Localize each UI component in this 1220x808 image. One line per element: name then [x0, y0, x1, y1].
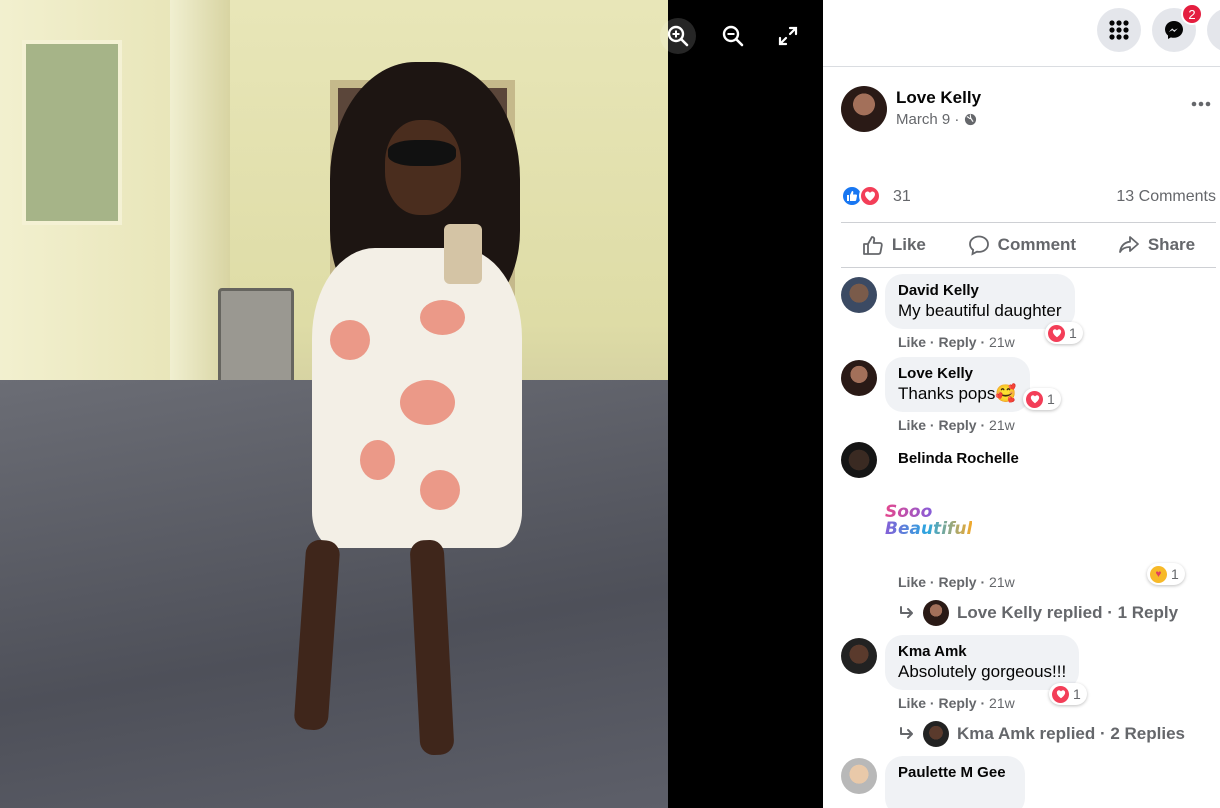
- commenter-name[interactable]: Belinda Rochelle: [898, 450, 1019, 467]
- comment-text: My beautiful daughter: [898, 301, 1062, 320]
- comment-reply-link[interactable]: Reply: [938, 334, 976, 350]
- post-photo[interactable]: [0, 0, 668, 808]
- comment-time[interactable]: 21w: [989, 574, 1015, 590]
- messenger-button[interactable]: 2: [1152, 3, 1203, 52]
- replier-avatar: [923, 600, 949, 626]
- share-label: Share: [1147, 235, 1196, 254]
- comment-reaction-count: 1: [1171, 566, 1179, 582]
- comment-meta: Like · Reply · 21w: [898, 574, 1015, 590]
- commenter-name[interactable]: Paulette M Gee: [898, 764, 1012, 781]
- comment-like-link[interactable]: Like: [898, 695, 926, 711]
- more-options-button[interactable]: [1186, 92, 1216, 116]
- zoom-out-icon: [722, 25, 744, 47]
- kiss-reaction-icon: ♥: [1150, 565, 1167, 583]
- comment-like-link[interactable]: Like: [898, 334, 926, 350]
- post-header: Love Kelly March 9 ·: [841, 86, 1216, 136]
- replies-text: Love Kelly replied · 1 Reply: [957, 603, 1179, 622]
- reaction-icons[interactable]: [841, 185, 881, 207]
- comment-bubble: David Kelly My beautiful daughter: [885, 274, 1075, 329]
- comment-reaction-count: 1: [1069, 325, 1077, 341]
- comment-text: Absolutely gorgeous!!!: [898, 662, 1067, 681]
- comment-button[interactable]: Comment: [968, 234, 1076, 256]
- comment-count[interactable]: 13 Comments: [1116, 188, 1216, 206]
- comment-item: Paulette M Gee: [841, 756, 1216, 808]
- top-bar: 2: [823, 0, 1220, 67]
- commenter-name[interactable]: David Kelly: [898, 282, 1062, 299]
- like-button[interactable]: Like: [862, 234, 926, 256]
- comment-icon: [968, 235, 989, 256]
- comment-meta: Like · Reply · 21w: [898, 417, 1015, 433]
- comment-like-link[interactable]: Like: [898, 417, 926, 433]
- post-actions: Like Comment Share: [841, 222, 1216, 268]
- zoom-in-icon: [667, 25, 689, 47]
- comment-item: David Kelly My beautiful daughter 1 Like…: [841, 274, 1216, 354]
- comment-item: Kma Amk Absolutely gorgeous!!! 1 Like · …: [841, 635, 1216, 747]
- commenter-avatar[interactable]: [841, 442, 877, 478]
- author-avatar[interactable]: [841, 86, 887, 132]
- replies-text: Kma Amk replied · 2 Replies: [957, 724, 1186, 743]
- comment-reply-link[interactable]: Reply: [938, 417, 976, 433]
- comment-reactions[interactable]: 1: [1023, 388, 1061, 410]
- messenger-badge: 2: [1181, 3, 1203, 25]
- globe-icon: [964, 113, 976, 126]
- reactions-summary: 31 13 Comments: [841, 184, 1216, 210]
- commenter-name[interactable]: Love Kelly: [898, 365, 1017, 382]
- comment-label: Comment: [997, 235, 1077, 254]
- like-label: Like: [891, 235, 926, 254]
- commenter-avatar[interactable]: [841, 638, 877, 674]
- fullscreen-icon: [778, 26, 798, 46]
- reaction-count[interactable]: 31: [893, 188, 911, 206]
- zoom-in-button[interactable]: [660, 18, 696, 54]
- photo-viewer: [0, 0, 823, 808]
- fullscreen-button[interactable]: [770, 18, 806, 54]
- comment-reactions[interactable]: 1: [1049, 683, 1087, 705]
- sticker[interactable]: Sooo Beautiful: [885, 504, 985, 544]
- commenter-avatar[interactable]: [841, 360, 877, 396]
- comment-time[interactable]: 21w: [989, 417, 1015, 433]
- comment-reply-link[interactable]: Reply: [938, 574, 976, 590]
- comment-bubble: Kma Amk Absolutely gorgeous!!!: [885, 635, 1080, 690]
- reply-arrow-icon: [900, 727, 913, 739]
- comment-bubble: Paulette M Gee: [885, 756, 1025, 808]
- messenger-icon: [1165, 21, 1183, 39]
- menu-button[interactable]: [1097, 8, 1141, 52]
- love-reaction-icon: [1048, 324, 1065, 342]
- share-button[interactable]: Share: [1118, 234, 1195, 256]
- reply-arrow-icon: [900, 606, 913, 618]
- commenter-avatar[interactable]: [841, 277, 877, 313]
- love-reaction-icon: [1026, 390, 1043, 408]
- comment-item: Love Kelly Thanks pops🥰 1 Like · Reply ·…: [841, 357, 1216, 437]
- date-separator: ·: [950, 111, 964, 128]
- comment-like-link[interactable]: Like: [898, 574, 926, 590]
- grid-menu-icon: [1109, 20, 1129, 40]
- comment-text: Thanks pops🥰: [898, 384, 1017, 403]
- more-icon: [1191, 101, 1211, 107]
- comment-meta: Like · Reply · 21w: [898, 334, 1015, 350]
- comment-reactions[interactable]: 1: [1045, 322, 1083, 344]
- comment-bubble: Love Kelly Thanks pops🥰: [885, 357, 1030, 412]
- comment-meta: Like · Reply · 21w: [898, 695, 1015, 711]
- sticker-text: Sooo Beautiful: [885, 502, 973, 539]
- love-reaction-icon: [859, 185, 881, 207]
- view-replies-link[interactable]: Kma Amk replied · 2 Replies: [899, 721, 1185, 747]
- comment-time[interactable]: 21w: [989, 695, 1015, 711]
- post-date[interactable]: March 9: [896, 111, 950, 128]
- commenter-avatar[interactable]: [841, 758, 877, 794]
- comment-reaction-count: 1: [1073, 686, 1081, 702]
- replier-avatar: [923, 721, 949, 747]
- comment-time[interactable]: 21w: [989, 334, 1015, 350]
- zoom-out-button[interactable]: [715, 18, 751, 54]
- thumbs-up-icon: [862, 236, 883, 255]
- comment-item: Belinda Rochelle Sooo Beautiful Like · R…: [841, 442, 1216, 627]
- commenter-name[interactable]: Kma Amk: [898, 643, 1066, 660]
- account-button[interactable]: [1207, 8, 1220, 52]
- comment-reactions[interactable]: ♥ 1: [1147, 563, 1185, 585]
- author-name[interactable]: Love Kelly: [896, 88, 981, 108]
- view-replies-link[interactable]: Love Kelly replied · 1 Reply: [899, 600, 1178, 626]
- love-reaction-icon: [1052, 685, 1069, 703]
- comment-reply-link[interactable]: Reply: [938, 695, 976, 711]
- share-icon: [1118, 236, 1139, 253]
- comment-reaction-count: 1: [1047, 391, 1055, 407]
- post-sidebar: 2 Love Kelly March 9 · 31 13 Comments Li…: [823, 0, 1220, 808]
